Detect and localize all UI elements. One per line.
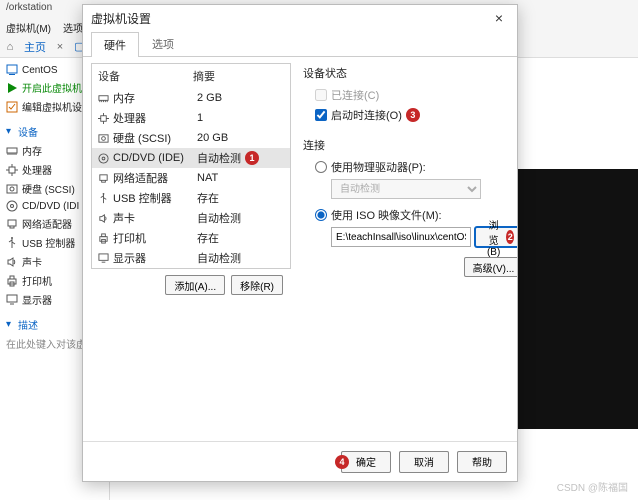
help-button[interactable]: 帮助 (457, 451, 507, 473)
device-row[interactable]: CD/DVD (IDE)自动检测1 (92, 148, 290, 168)
device-row[interactable]: 显示器自动检测 (92, 248, 290, 268)
display-icon (6, 294, 18, 306)
device-row[interactable]: 硬盘 (SCSI)20 GB (92, 128, 290, 148)
badge-2: 2 (506, 230, 514, 244)
tab-hardware[interactable]: 硬件 (91, 32, 139, 57)
device-settings-pane: 设备状态 已连接(C) 启动时连接(O) 3 连接 使用物理驱动器(P): 自动… (299, 63, 517, 435)
device-row[interactable]: 内存2 GB (92, 88, 290, 108)
browse-button[interactable]: 浏览(B)2 (475, 227, 517, 247)
net-icon (98, 173, 109, 184)
cpu-icon (98, 113, 109, 124)
disk-icon (6, 183, 18, 195)
connection-group-title: 连接 (303, 137, 517, 153)
vm-settings-dialog: 虚拟机设置 × 硬件 选项 设备 摘要 内存2 GB处理器1硬盘 (SCSI)2… (82, 4, 518, 482)
dialog-close-button[interactable]: × (489, 8, 509, 28)
connect-at-poweron-label: 启动时连接(O) (331, 107, 402, 123)
cd-icon (6, 200, 18, 212)
play-icon (6, 82, 18, 94)
badge-4: 4 (335, 455, 349, 469)
printer-icon (98, 233, 109, 244)
caret-down-icon: ▾ (6, 126, 14, 137)
cd-icon (98, 153, 109, 164)
device-row[interactable]: 网络适配器NAT (92, 168, 290, 188)
watermark: CSDN @陈福国 (557, 479, 628, 494)
remove-device-button[interactable]: 移除(R) (231, 275, 283, 295)
connect-at-poweron-checkbox[interactable] (315, 109, 327, 121)
cancel-button[interactable]: 取消 (399, 451, 449, 473)
add-device-button[interactable]: 添加(A)... (165, 275, 225, 295)
display-icon (98, 253, 109, 264)
caret-down-icon: ▾ (6, 319, 14, 330)
usb-icon (98, 193, 109, 204)
tab-options[interactable]: 选项 (139, 31, 187, 56)
device-list: 设备 摘要 内存2 GB处理器1硬盘 (SCSI)20 GBCD/DVD (ID… (91, 63, 291, 269)
memory-icon (98, 93, 109, 104)
sound-icon (98, 213, 109, 224)
tab-home[interactable]: 主页 (20, 37, 50, 57)
advanced-button[interactable]: 高级(V)... (464, 257, 517, 277)
dialog-title: 虚拟机设置 (91, 10, 151, 27)
edit-icon (6, 101, 18, 113)
device-row[interactable]: 处理器1 (92, 108, 290, 128)
col-summary: 摘要 (193, 68, 284, 84)
memory-icon (6, 145, 18, 157)
status-group-title: 设备状态 (303, 65, 517, 81)
use-iso-radio[interactable] (315, 209, 327, 221)
use-iso-label: 使用 ISO 映像文件(M): (331, 207, 442, 223)
connected-label: 已连接(C) (331, 87, 379, 103)
disk-icon (98, 133, 109, 144)
badge-1: 1 (245, 151, 259, 165)
net-icon (6, 218, 18, 230)
menu-vm[interactable]: 虚拟机(M) (6, 20, 51, 34)
printer-icon (6, 275, 18, 287)
device-row[interactable]: 打印机存在 (92, 228, 290, 248)
cpu-icon (6, 164, 18, 176)
close-tab-icon[interactable]: × (54, 41, 66, 53)
device-row[interactable]: USB 控制器存在 (92, 188, 290, 208)
sound-icon (6, 256, 18, 268)
physical-drive-select: 自动检测 (331, 179, 481, 199)
device-row[interactable]: 声卡自动检测 (92, 208, 290, 228)
use-physical-label: 使用物理驱动器(P): (331, 159, 426, 175)
col-device: 设备 (98, 68, 193, 84)
home-icon[interactable]: ⌂ (4, 41, 16, 53)
badge-3: 3 (406, 108, 420, 122)
connected-checkbox (315, 89, 327, 101)
usb-icon (6, 237, 18, 249)
iso-path-input[interactable] (331, 227, 471, 247)
use-physical-radio[interactable] (315, 161, 327, 173)
vm-icon (6, 64, 18, 76)
